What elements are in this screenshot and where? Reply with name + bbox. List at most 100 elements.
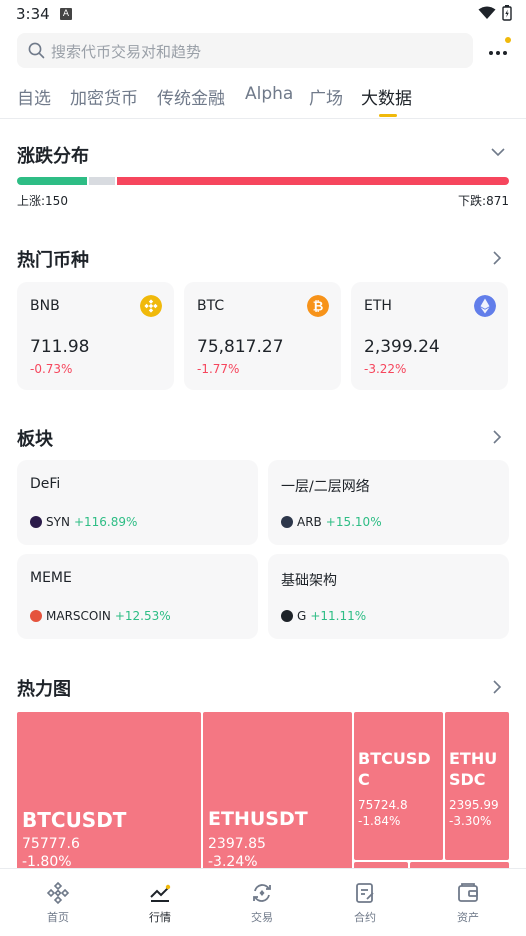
- sector-card-meme[interactable]: MEME MARSCOIN +12.53%: [17, 554, 258, 639]
- chevron-right-icon[interactable]: [492, 429, 502, 445]
- nav-home[interactable]: 首页: [18, 869, 98, 936]
- arb-icon: [281, 516, 293, 528]
- more-menu-button[interactable]: [486, 37, 512, 63]
- divider: [0, 118, 526, 119]
- coin-price: 711.98: [30, 337, 90, 357]
- search-icon: [28, 42, 45, 59]
- distribution-bar: [17, 177, 509, 185]
- heatmap-symbol: BTCUSDT: [22, 808, 127, 832]
- g-token-icon: [281, 610, 293, 622]
- btc-icon: ₿: [307, 295, 329, 317]
- nav-label: 合约: [354, 911, 376, 924]
- sector-card-infrastructure[interactable]: 基础架构 G +11.11%: [268, 554, 509, 639]
- tab-alpha[interactable]: Alpha: [245, 84, 293, 104]
- chevron-right-icon[interactable]: [492, 250, 502, 266]
- coin-price: 75,817.27: [197, 337, 284, 357]
- token-symbol: G: [297, 609, 307, 623]
- sectors-title: 板块: [17, 429, 53, 450]
- hot-coins-title: 热门币种: [17, 250, 89, 271]
- status-icons: [478, 5, 512, 21]
- more-icon: [489, 51, 493, 55]
- tab-square[interactable]: 广场: [309, 84, 343, 109]
- heatmap-price: 75724.8: [358, 798, 408, 812]
- nav-label: 首页: [47, 911, 69, 924]
- heatmap-title: 热力图: [17, 679, 71, 700]
- status-time: 3:34: [16, 5, 50, 23]
- more-icon-dot: [503, 51, 507, 55]
- search-input[interactable]: 搜索代币交易对和趋势: [17, 33, 473, 68]
- search-row: 搜索代币交易对和趋势: [0, 32, 526, 70]
- nav-futures[interactable]: 合约: [325, 869, 405, 936]
- token-symbol: ARB: [297, 515, 322, 529]
- sector-card-defi[interactable]: DeFi SYN +116.89%: [17, 460, 258, 545]
- notification-icon: A: [60, 8, 72, 20]
- sector-name: 一层/二层网络: [281, 479, 370, 495]
- distribution-flat-segment: [89, 177, 115, 185]
- status-bar: 3:34 A: [0, 0, 526, 28]
- heatmap-symbol: BTCUSDC: [358, 749, 431, 789]
- heatmap-cell-btcusdc[interactable]: BTCUSDC 75724.8 -1.84%: [354, 712, 443, 860]
- eth-icon: [474, 295, 496, 317]
- down-count-label: 下跌:871: [458, 194, 509, 208]
- coin-symbol: BTC: [197, 298, 225, 314]
- nav-label: 交易: [251, 911, 273, 924]
- chevron-right-icon[interactable]: [492, 679, 502, 695]
- tab-crypto[interactable]: 加密货币: [70, 84, 138, 109]
- heatmap-cell-btcusdt[interactable]: BTCUSDT 75777.6 -1.80%: [17, 712, 201, 872]
- token-change: +12.53%: [114, 609, 171, 623]
- active-tab-indicator: [379, 114, 397, 117]
- hot-coin-card-eth[interactable]: ETH 2,399.24 -3.22%: [351, 282, 508, 390]
- wallet-icon: [458, 883, 478, 902]
- bnb-icon: [140, 295, 162, 317]
- hot-coin-card-btc[interactable]: BTC ₿ 75,817.27 -1.77%: [184, 282, 341, 390]
- chevron-down-icon[interactable]: [490, 146, 506, 158]
- trade-icon: [253, 884, 271, 902]
- sector-name: 基础架构: [281, 573, 337, 589]
- battery-icon: [502, 5, 512, 21]
- token-change: +116.89%: [73, 515, 138, 529]
- coin-price: 2,399.24: [364, 337, 440, 357]
- hot-coin-card-bnb[interactable]: BNB 711.98 -0.73%: [17, 282, 174, 390]
- sector-name: DeFi: [30, 476, 61, 492]
- coin-change: -3.22%: [364, 362, 407, 376]
- sector-top-token: G +11.11%: [281, 609, 366, 623]
- tab-tradfi[interactable]: 传统金融: [157, 84, 225, 109]
- coin-change: -0.73%: [30, 362, 73, 376]
- heatmap-price: 75777.6: [22, 836, 80, 852]
- heatmap-change: -3.30%: [449, 814, 492, 828]
- nav-assets[interactable]: 资产: [428, 869, 508, 936]
- heatmap-symbol: ETHUSDT: [208, 808, 308, 830]
- token-change: +15.10%: [325, 515, 382, 529]
- notification-badge: [505, 37, 511, 43]
- distribution-title: 涨跌分布: [17, 146, 89, 167]
- nav-trade[interactable]: 交易: [222, 869, 302, 936]
- coin-symbol: ETH: [364, 298, 392, 314]
- svg-text:₿: ₿: [313, 300, 324, 315]
- coin-change: -1.77%: [197, 362, 240, 376]
- token-change: +11.11%: [310, 609, 367, 623]
- sector-top-token: MARSCOIN +12.53%: [30, 609, 171, 623]
- up-count-label: 上涨:150: [17, 194, 68, 208]
- nav-label: 行情: [149, 911, 171, 924]
- more-icon-dot: [496, 51, 500, 55]
- futures-icon: [356, 883, 374, 903]
- heatmap-cell-ethusdc[interactable]: ETHUSDC 2395.99 -3.30%: [445, 712, 509, 860]
- heatmap-price: 2395.99: [449, 798, 499, 812]
- sector-top-token: SYN +116.89%: [30, 515, 137, 529]
- search-placeholder: 搜索代币交易对和趋势: [51, 43, 202, 61]
- heatmap-cell-ethusdt[interactable]: ETHUSDT 2397.85 -3.24%: [203, 712, 352, 872]
- heatmap-price: 2397.85: [208, 836, 266, 852]
- tab-big-data[interactable]: 大数据: [361, 84, 412, 109]
- nav-markets[interactable]: 行情: [120, 869, 200, 936]
- bottom-nav: 首页 行情 交易 合约 资产: [0, 868, 526, 936]
- distribution-down-segment: [117, 177, 509, 185]
- heatmap-symbol: ETHUSDC: [449, 749, 498, 789]
- sector-card-l1-l2[interactable]: 一层/二层网络 ARB +15.10%: [268, 460, 509, 545]
- heatmap-change: -1.84%: [358, 814, 401, 828]
- markets-icon: [150, 884, 171, 902]
- wifi-icon: [478, 6, 496, 19]
- sector-top-token: ARB +15.10%: [281, 515, 382, 529]
- tab-watchlist[interactable]: 自选: [17, 84, 51, 109]
- coin-symbol: BNB: [30, 298, 60, 314]
- token-symbol: SYN: [46, 515, 70, 529]
